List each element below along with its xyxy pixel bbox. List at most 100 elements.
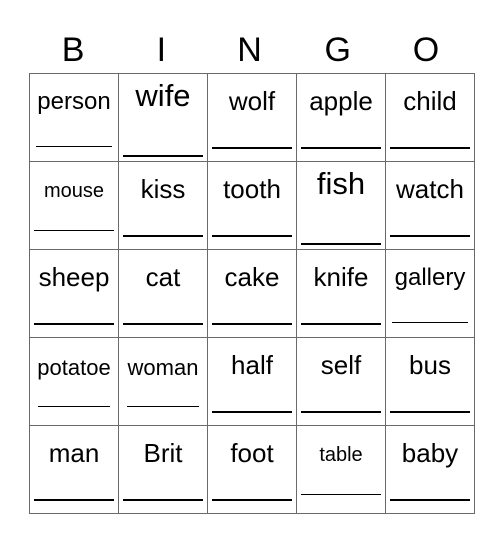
cell-word: foot xyxy=(230,438,274,468)
cell-content: person xyxy=(31,75,118,161)
bingo-cell[interactable]: apple xyxy=(296,73,386,162)
bingo-cell[interactable]: bus xyxy=(385,337,475,426)
bingo-cell[interactable]: tooth xyxy=(207,161,297,250)
bingo-cell[interactable]: potatoe xyxy=(29,337,119,426)
answer-blank-line xyxy=(390,235,470,237)
cell-content: tooth xyxy=(209,163,296,249)
cell-word: kiss xyxy=(140,174,186,204)
bingo-cell[interactable]: watch xyxy=(385,161,475,250)
bingo-cell[interactable]: cat xyxy=(118,249,208,338)
answer-blank-line xyxy=(123,499,203,501)
cell-content: fish xyxy=(298,163,385,249)
board-row: sheep cat cake knife gallery xyxy=(29,249,475,338)
answer-blank-line xyxy=(301,243,381,245)
cell-content: kiss xyxy=(120,163,207,249)
bingo-cell[interactable]: wife xyxy=(118,73,208,162)
cell-word: baby xyxy=(401,438,459,468)
bingo-cell[interactable]: table xyxy=(296,425,386,514)
cell-word: mouse xyxy=(43,180,105,202)
bingo-cell[interactable]: cake xyxy=(207,249,297,338)
bingo-cell[interactable]: knife xyxy=(296,249,386,338)
bingo-cell[interactable]: baby xyxy=(385,425,475,514)
cell-word: knife xyxy=(313,262,369,292)
cell-content: self xyxy=(298,339,385,425)
board-row: person wife wolf apple child xyxy=(29,73,475,162)
cell-content: woman xyxy=(120,339,207,425)
bingo-cell[interactable]: man xyxy=(29,425,119,514)
bingo-cell[interactable]: wolf xyxy=(207,73,297,162)
board-row: man Brit foot table baby xyxy=(29,425,475,514)
cell-content: watch xyxy=(387,163,474,249)
cell-content: wife xyxy=(120,75,207,161)
bingo-cell[interactable]: person xyxy=(29,73,119,162)
cell-word: cake xyxy=(224,262,280,292)
board-row: mouse kiss tooth fish watch xyxy=(29,161,475,250)
header-letter-o: O xyxy=(412,31,440,69)
cell-word: man xyxy=(48,438,100,468)
cell-content: child xyxy=(387,75,474,161)
answer-blank-line xyxy=(34,499,114,501)
cell-content: potatoe xyxy=(31,339,118,425)
bingo-cell[interactable]: gallery xyxy=(385,249,475,338)
bingo-cell[interactable]: self xyxy=(296,337,386,426)
cell-word: gallery xyxy=(394,264,466,291)
bingo-header: B I N G O xyxy=(29,28,470,72)
answer-blank-line xyxy=(123,323,203,325)
answer-blank-line xyxy=(390,147,470,149)
cell-content: foot xyxy=(209,427,296,513)
cell-content: sheep xyxy=(31,251,118,337)
cell-content: mouse xyxy=(31,163,118,249)
cell-word: potatoe xyxy=(37,355,111,380)
answer-blank-line xyxy=(36,146,112,147)
answer-blank-line xyxy=(123,235,203,237)
bingo-cell[interactable]: child xyxy=(385,73,475,162)
cell-word: child xyxy=(403,86,457,116)
bingo-cell[interactable]: foot xyxy=(207,425,297,514)
cell-word: half xyxy=(231,350,273,380)
bingo-cell[interactable]: woman xyxy=(118,337,208,426)
cell-content: table xyxy=(298,427,385,513)
bingo-cell[interactable]: fish xyxy=(296,161,386,250)
answer-blank-line xyxy=(123,155,203,157)
answer-blank-line xyxy=(212,499,292,501)
cell-word: bus xyxy=(409,350,451,380)
answer-blank-line xyxy=(34,323,114,325)
answer-blank-line xyxy=(212,411,292,413)
cell-word: woman xyxy=(127,355,199,380)
bingo-cell[interactable]: half xyxy=(207,337,297,426)
cell-word: table xyxy=(319,444,363,466)
header-letter-b: B xyxy=(61,31,85,69)
bingo-cell[interactable]: Brit xyxy=(118,425,208,514)
answer-blank-line xyxy=(301,411,381,413)
header-letter-i: I xyxy=(156,31,167,69)
cell-word: cat xyxy=(145,262,181,292)
answer-blank-line xyxy=(301,323,381,325)
cell-word: self xyxy=(320,350,362,380)
answer-blank-line xyxy=(38,406,110,407)
cell-content: baby xyxy=(387,427,474,513)
cell-content: bus xyxy=(387,339,474,425)
answer-blank-line xyxy=(390,411,470,413)
answer-blank-line xyxy=(392,322,468,323)
cell-content: apple xyxy=(298,75,385,161)
cell-content: cat xyxy=(120,251,207,337)
cell-word: person xyxy=(37,88,111,115)
answer-blank-line xyxy=(301,494,381,495)
cell-content: wolf xyxy=(209,75,296,161)
cell-word: tooth xyxy=(223,174,281,204)
cell-word: wife xyxy=(135,78,191,113)
bingo-cell[interactable]: sheep xyxy=(29,249,119,338)
cell-content: gallery xyxy=(387,251,474,337)
answer-blank-line xyxy=(390,499,470,501)
bingo-cell[interactable]: kiss xyxy=(118,161,208,250)
cell-content: Brit xyxy=(120,427,207,513)
header-letter-g: G xyxy=(324,31,351,69)
answer-blank-line xyxy=(34,230,114,231)
cell-content: cake xyxy=(209,251,296,337)
cell-word: apple xyxy=(309,86,373,116)
answer-blank-line xyxy=(301,147,381,149)
answer-blank-line xyxy=(212,323,292,325)
bingo-cell[interactable]: mouse xyxy=(29,161,119,250)
cell-content: knife xyxy=(298,251,385,337)
answer-blank-line xyxy=(212,235,292,237)
